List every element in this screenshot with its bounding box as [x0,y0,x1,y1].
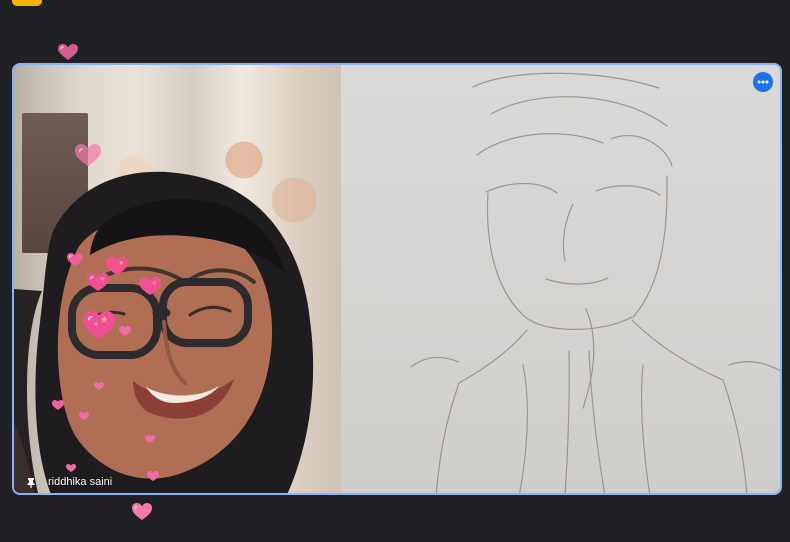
participant-name-label: riddhika saini [48,476,113,488]
heart-reaction-icon [131,502,153,521]
heart-reaction-icon [144,434,156,444]
more-options-icon [757,80,769,84]
heart-reaction-icon [57,43,79,61]
heart-reaction-icon [66,252,84,267]
heart-reaction-icon [78,411,90,421]
heart-reaction-icon [118,325,132,337]
heart-reaction-icon [82,310,116,340]
heart-reaction-icon [146,470,160,482]
heart-reaction-icon [74,143,102,167]
heart-reaction-icon [138,276,162,296]
heart-reaction-icon [51,399,65,411]
top-toolbar-chip[interactable] [12,0,42,6]
heart-reaction-icon [105,256,129,276]
heart-reaction-icon [65,463,77,473]
participant-video-tile[interactable]: riddhika saini [12,63,782,495]
video-feed [14,65,780,493]
heart-reaction-icon [93,381,105,391]
more-options-button[interactable] [753,72,773,92]
participant-video [14,65,780,493]
pin-icon[interactable] [24,476,38,490]
